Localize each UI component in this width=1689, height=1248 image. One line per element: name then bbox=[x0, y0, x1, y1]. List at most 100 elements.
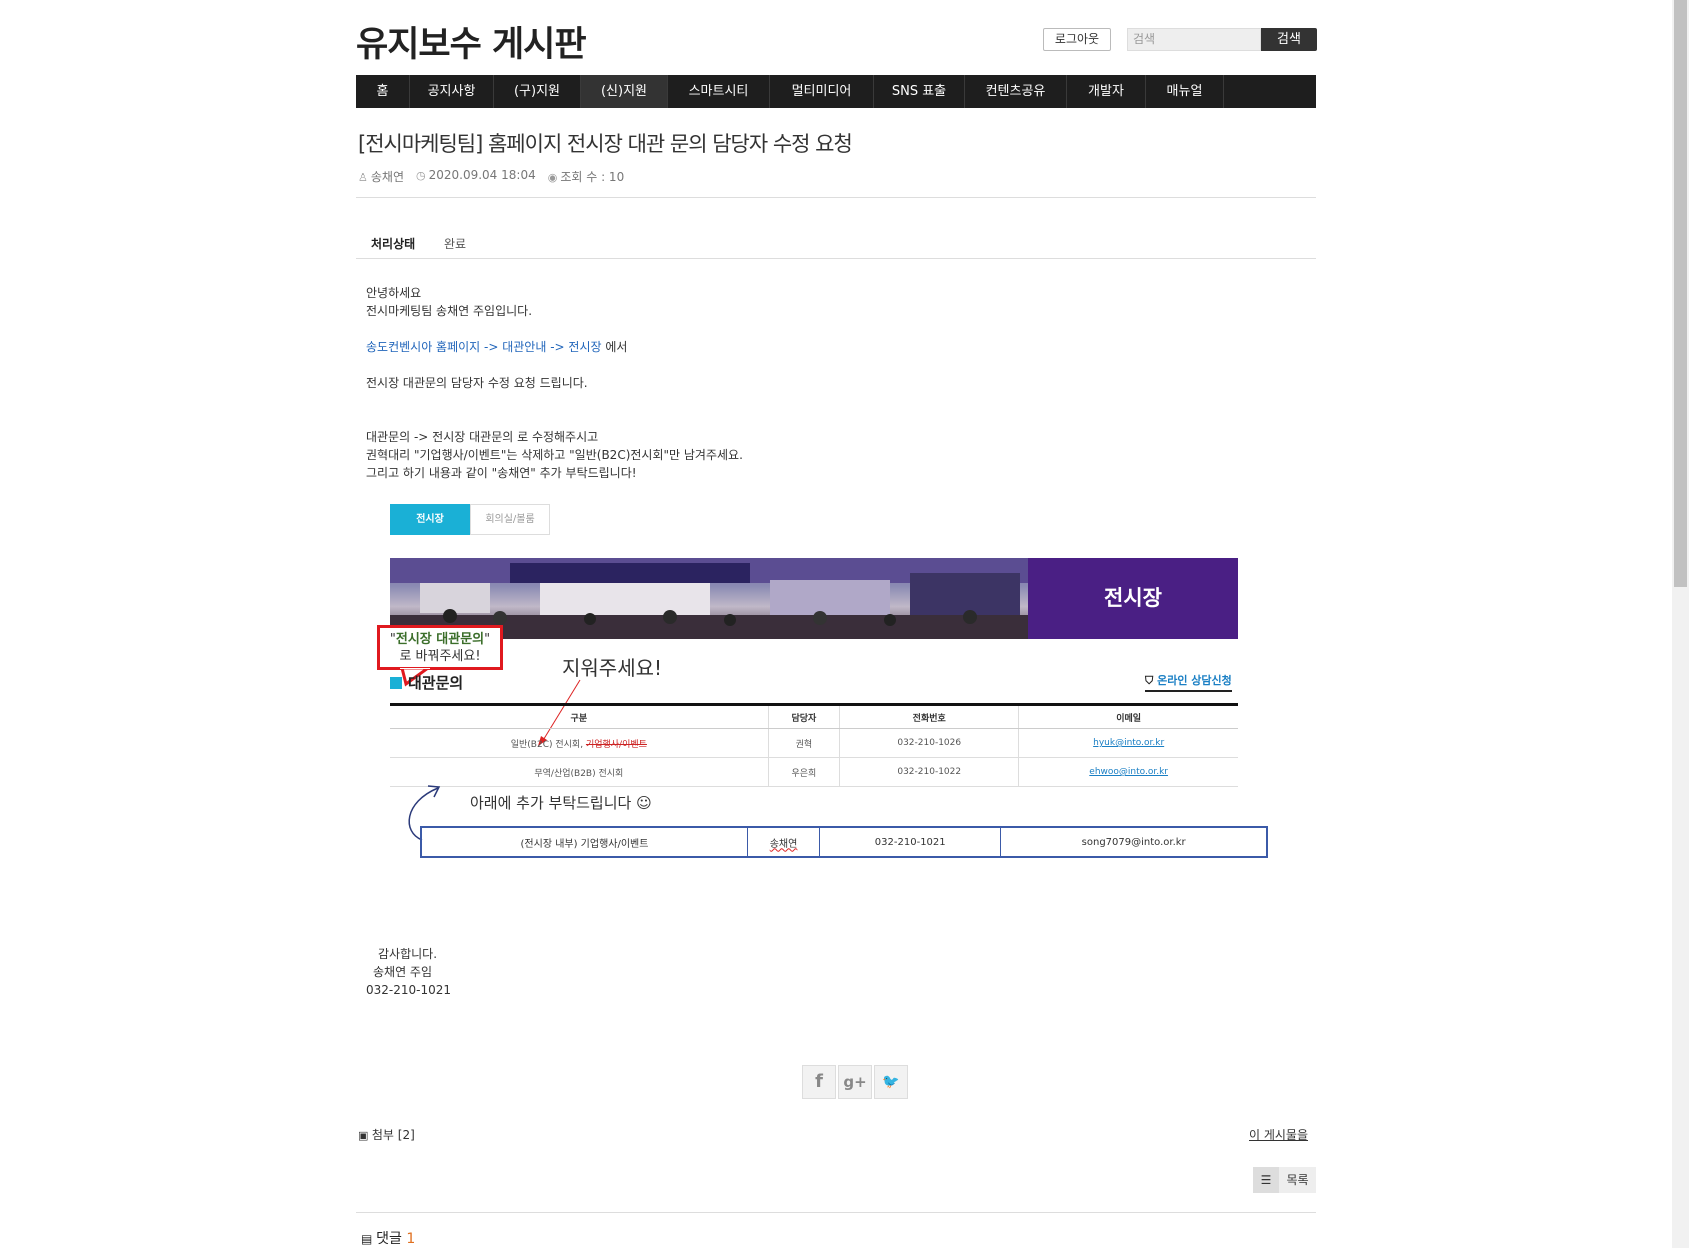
status-value: 완료 bbox=[444, 237, 467, 251]
cell-phone: 032-210-1022 bbox=[839, 757, 1019, 787]
table-row: 일반(B2C) 전시회, 기업행사/이벤트 권혁 032-210-1026 hy… bbox=[390, 728, 1238, 758]
added-contact-table: (전시장 내부) 기업행사/이벤트 송채연 032-210-1021 song7… bbox=[420, 826, 1268, 858]
comment-label: 댓글 bbox=[376, 1231, 402, 1247]
google-plus-icon: g+ bbox=[843, 1073, 867, 1091]
cell-manager: 권혁 bbox=[767, 728, 840, 758]
online-consult-button: ⛉ 온라인 상담신청 bbox=[1145, 672, 1232, 692]
eye-icon: ◉ bbox=[547, 171, 558, 184]
annotation-callout: "전시장 대관문의" 로 바꿔주세요! bbox=[377, 625, 503, 670]
table-header-row: 구분 담당자 전화번호 이메일 bbox=[390, 703, 1238, 729]
google-share-button[interactable]: g+ bbox=[838, 1065, 872, 1099]
detail-line: 권혁대리 "기업행사/이벤트"는 삭제하고 "일반(B2C)전시회"만 남겨주세… bbox=[366, 448, 743, 462]
clock-icon: ◷ bbox=[416, 169, 426, 182]
category-text: 일반(B2C) 전시회, bbox=[510, 739, 586, 750]
detail-line: 대관문의 -> 전시장 대관문의 로 수정해주시고 bbox=[366, 430, 599, 444]
closing-line: 감사합니다. bbox=[378, 947, 438, 961]
greeting-line: 안녕하세요 bbox=[366, 286, 422, 300]
annotation-highlight: 전시장 대관문의 bbox=[395, 632, 485, 647]
col-header: 이메일 bbox=[1018, 703, 1238, 729]
list-button-label: 목록 bbox=[1286, 1173, 1309, 1187]
post-date: ◷ 2020.09.04 18:04 bbox=[416, 168, 536, 185]
nav-item-notice[interactable]: 공지사항 bbox=[410, 75, 494, 108]
table-row: 무역/산업(B2B) 전시회 우은희 032-210-1022 ehwoo@in… bbox=[390, 757, 1238, 787]
nav-item-developer[interactable]: 개발자 bbox=[1067, 75, 1146, 108]
shot-banner: 전시장 bbox=[390, 558, 1238, 639]
cell-email: hyuk@into.or.kr bbox=[1018, 728, 1238, 758]
path-link[interactable]: 송도컨벤시아 홈페이지 -> 대관안내 -> 전시장 bbox=[366, 340, 602, 354]
contact-table: 구분 담당자 전화번호 이메일 일반(B2C) 전시회, 기업행사/이벤트 권혁… bbox=[390, 703, 1238, 787]
category-text: 무역/산업(B2B) 전시회 bbox=[534, 768, 624, 779]
this-post-menu[interactable]: 이 게시물을 bbox=[1249, 1126, 1308, 1143]
facebook-icon: f bbox=[815, 1071, 823, 1092]
attachment-toggle[interactable]: ▣ 첨부 [2] bbox=[358, 1126, 415, 1143]
user-icon: ♙ bbox=[358, 171, 368, 184]
comment-count: 1 bbox=[406, 1231, 416, 1247]
cell-category: (전시장 내부) 기업행사/이벤트 bbox=[520, 838, 649, 850]
vertical-scrollbar[interactable] bbox=[1672, 0, 1689, 1248]
nav-item-home[interactable]: 홈 bbox=[356, 75, 410, 108]
twitter-icon: 🐦 bbox=[882, 1074, 900, 1090]
shot-tab-meeting: 회의실/볼룸 bbox=[470, 504, 550, 535]
cell-email: ehwoo@into.or.kr bbox=[1018, 757, 1238, 787]
cell-phone: 032-210-1021 bbox=[819, 827, 1001, 857]
post-title: [전시마케팅팀] 홈페이지 전시장 대관 문의 담당자 수정 요청 bbox=[358, 132, 853, 156]
divider bbox=[356, 197, 1316, 198]
nav-item-content-share[interactable]: 컨텐츠공유 bbox=[965, 75, 1067, 108]
body-path: 송도컨벤시아 홈페이지 -> 대관안내 -> 전시장 에서 bbox=[366, 338, 627, 356]
nav-item-smartcity[interactable]: 스마트시티 bbox=[668, 75, 770, 108]
shield-icon: ⛉ bbox=[1145, 674, 1158, 687]
cell-phone: 032-210-1026 bbox=[839, 728, 1019, 758]
nav-item-new-support[interactable]: (신)지원 bbox=[581, 75, 668, 108]
detail-line: 그리고 하기 내용과 같이 "송채연" 추가 부탁드립니다! bbox=[366, 466, 637, 480]
nav-item-manual[interactable]: 매뉴얼 bbox=[1146, 75, 1224, 108]
comment-heading: ▤ 댓글 1 bbox=[361, 1228, 415, 1248]
body-closing: 감사합니다. 송채연 주임 032-210-1021 bbox=[366, 945, 451, 999]
facebook-share-button[interactable]: f bbox=[802, 1065, 836, 1099]
online-consult-label: 온라인 상담신청 bbox=[1157, 674, 1232, 687]
date-text: 2020.09.04 18:04 bbox=[428, 168, 536, 182]
post-views: ◉ 조회 수 : 10 bbox=[548, 168, 625, 185]
site-title[interactable]: 유지보수 게시판 bbox=[356, 16, 587, 67]
scrollbar-thumb[interactable] bbox=[1674, 0, 1687, 587]
remove-note: 지워주세요! bbox=[562, 656, 663, 680]
cell-manager: 송채연 bbox=[746, 827, 820, 857]
author-name: 송채연 bbox=[370, 170, 404, 184]
twitter-share-button[interactable]: 🐦 bbox=[874, 1065, 908, 1099]
embedded-screenshot: 전시장 회의실/볼룸 전시장 "전시장 대관문의" 로 바꿔주세요! 지워주세요… bbox=[372, 500, 1268, 870]
status-label: 처리상태 bbox=[371, 237, 416, 251]
comment-icon: ▤ bbox=[361, 1232, 377, 1246]
closing-line: 032-210-1021 bbox=[366, 983, 452, 997]
play-icon bbox=[390, 677, 402, 689]
col-header: 구분 bbox=[390, 703, 769, 729]
path-suffix: 에서 bbox=[601, 340, 628, 354]
cell-category: 일반(B2C) 전시회, 기업행사/이벤트 bbox=[390, 728, 769, 758]
banner-title: 전시장 bbox=[1028, 558, 1238, 639]
closing-line: 송채연 주임 bbox=[373, 965, 433, 979]
list-icon: ☰ bbox=[1253, 1167, 1279, 1193]
cell-manager: 우은희 bbox=[767, 757, 840, 787]
search-button[interactable]: 검색 bbox=[1261, 28, 1317, 51]
attachment-icon: ▣ bbox=[358, 1129, 372, 1142]
body-greeting: 안녕하세요 전시마케팅팀 송채연 주임입니다. bbox=[366, 284, 532, 320]
quote-mark: " bbox=[484, 632, 491, 647]
col-header: 담당자 bbox=[767, 703, 840, 729]
section-title: 대관문의 bbox=[408, 674, 464, 692]
nav-item-old-support[interactable]: (구)지원 bbox=[494, 75, 581, 108]
add-note: 아래에 추가 부탁드립니다 ☺ bbox=[470, 794, 652, 812]
views-text: 조회 수 : 10 bbox=[560, 170, 625, 184]
section-heading: 대관문의 bbox=[390, 672, 463, 693]
post-author[interactable]: ♙ 송채연 bbox=[358, 168, 404, 185]
post-meta: ♙ 송채연 ◷ 2020.09.04 18:04 ◉ 조회 수 : 10 bbox=[358, 168, 624, 185]
body-request: 전시장 대관문의 담당자 수정 요청 드립니다. bbox=[366, 376, 588, 390]
list-button[interactable]: ☰ 목록 bbox=[1253, 1167, 1316, 1193]
nav-item-sns[interactable]: SNS 표출 bbox=[874, 75, 965, 108]
attachment-label: 첨부 [2] bbox=[371, 1128, 415, 1142]
body-detail: 대관문의 -> 전시장 대관문의 로 수정해주시고 권혁대리 "기업행사/이벤트… bbox=[366, 428, 743, 482]
shot-tab-exhibition: 전시장 bbox=[390, 504, 470, 535]
main-nav: 홈 공지사항 (구)지원 (신)지원 스마트시티 멀티미디어 SNS 표출 컨텐… bbox=[356, 75, 1316, 108]
logout-button[interactable]: 로그아웃 bbox=[1043, 28, 1111, 51]
nav-item-multimedia[interactable]: 멀티미디어 bbox=[770, 75, 874, 108]
status-row: 처리상태 완료 bbox=[356, 230, 1316, 259]
search-input[interactable]: 검색 bbox=[1127, 28, 1261, 51]
cell-email: song7079@into.or.kr bbox=[1000, 827, 1267, 857]
